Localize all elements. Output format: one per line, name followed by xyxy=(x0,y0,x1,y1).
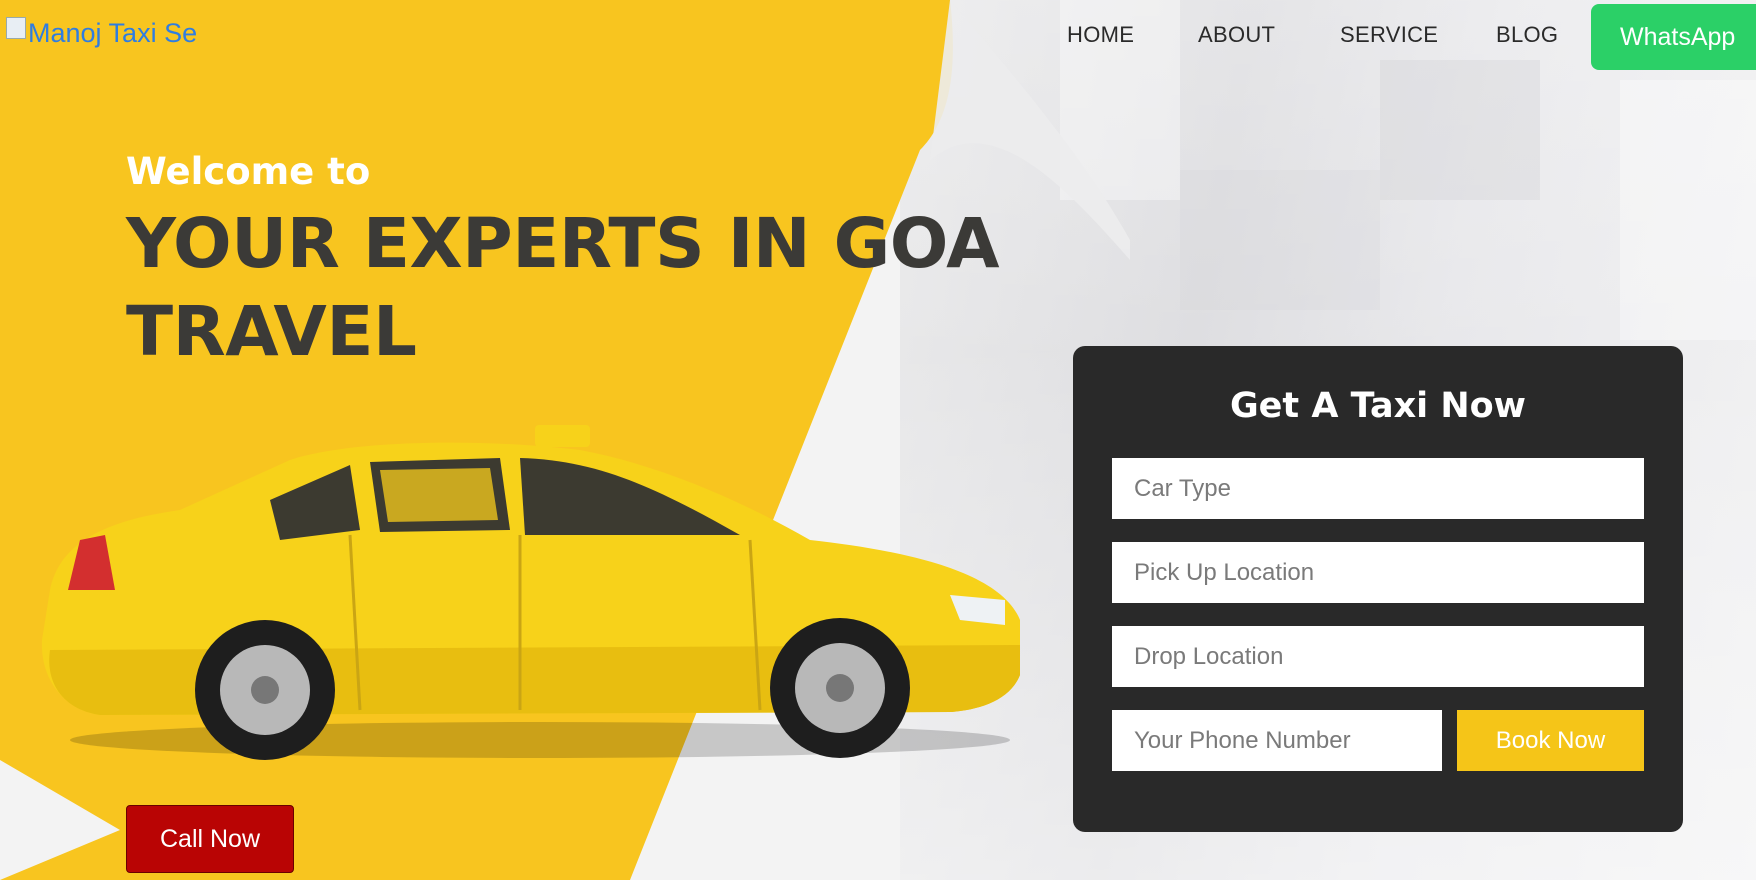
nav-blog-link[interactable]: BLOG xyxy=(1496,22,1558,48)
pickup-location-input[interactable] xyxy=(1112,542,1644,603)
yellow-taxi-image xyxy=(41,425,1020,760)
form-title: Get A Taxi Now xyxy=(1229,386,1527,426)
logo-alt-text: Manoj Taxi Se xyxy=(28,18,198,48)
nav-about-link[interactable]: ABOUT xyxy=(1198,22,1275,48)
phone-number-input[interactable] xyxy=(1112,710,1442,771)
booking-form: Get A Taxi Now Book Now xyxy=(1073,346,1683,832)
hero-headline: YOUR EXPERTS IN GOA TRAVEL xyxy=(126,200,999,376)
welcome-text: Welcome to xyxy=(126,150,371,193)
call-now-button[interactable]: Call Now xyxy=(126,805,294,873)
site-logo[interactable]: Manoj Taxi Se xyxy=(6,16,198,49)
whatsapp-button[interactable]: WhatsApp xyxy=(1591,4,1756,70)
nav-home-link[interactable]: HOME xyxy=(1067,22,1134,48)
nav-service-link[interactable]: SERVICE xyxy=(1340,22,1438,48)
broken-image-icon xyxy=(6,16,26,39)
headline-line-2: TRAVEL xyxy=(126,292,417,372)
headline-line-1: YOUR EXPERTS IN GOA xyxy=(126,204,999,284)
book-now-button[interactable]: Book Now xyxy=(1457,710,1644,771)
drop-location-input[interactable] xyxy=(1112,626,1644,687)
car-type-input[interactable] xyxy=(1112,458,1644,519)
